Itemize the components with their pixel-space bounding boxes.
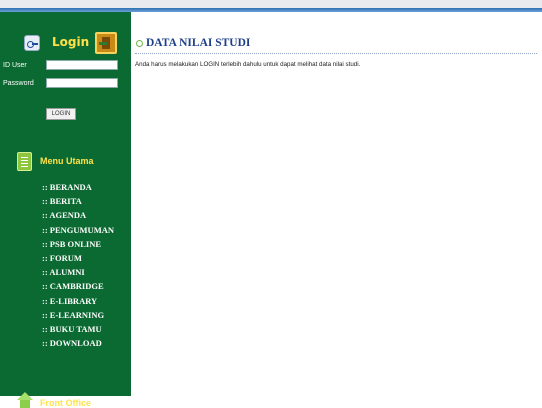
door-icon xyxy=(95,32,117,54)
menu-item-forum[interactable]: :: FORUM xyxy=(42,253,114,267)
front-office-title: Front Office xyxy=(40,398,91,408)
document-icon xyxy=(17,152,32,171)
house-icon xyxy=(17,392,33,408)
menu-item-alumni[interactable]: :: ALUMNI xyxy=(42,267,114,281)
menu-item-berita[interactable]: :: BERITA xyxy=(42,196,114,210)
main-content: DATA NILAI STUDI Anda harus melakukan LO… xyxy=(131,12,542,396)
menu-item-pengumuman[interactable]: :: PENGUMUMAN xyxy=(42,225,114,239)
page-title: DATA NILAI STUDI xyxy=(146,37,251,49)
front-office-header: Front Office xyxy=(16,392,126,408)
login-button[interactable]: LOGIN xyxy=(46,108,76,120)
main-menu: :: BERANDA :: BERITA :: AGENDA :: PENGUM… xyxy=(42,182,114,352)
user-id-label: ID User xyxy=(3,62,27,69)
page-title-bar: DATA NILAI STUDI xyxy=(135,37,537,54)
circle-bullet-icon xyxy=(136,40,143,47)
top-bar xyxy=(0,0,542,8)
password-label: Password xyxy=(3,80,34,87)
login-title: Login xyxy=(52,35,90,49)
menu-item-download[interactable]: :: DOWNLOAD xyxy=(42,338,114,352)
sidebar: Login ID User Password LOGIN Menu Utama … xyxy=(0,12,131,408)
menu-item-e-learning[interactable]: :: E-LEARNING xyxy=(42,310,114,324)
menu-item-cambridge[interactable]: :: CAMBRIDGE xyxy=(42,281,114,295)
user-id-input[interactable] xyxy=(46,60,118,70)
menu-item-e-library[interactable]: :: E-LIBRARY xyxy=(42,296,114,310)
password-input[interactable] xyxy=(46,78,118,88)
menu-item-buku-tamu[interactable]: :: BUKU TAMU xyxy=(42,324,114,338)
key-icon xyxy=(24,35,40,51)
login-header: Login xyxy=(20,32,120,56)
menu-item-beranda[interactable]: :: BERANDA xyxy=(42,182,114,196)
menu-title: Menu Utama xyxy=(40,156,94,166)
menu-item-psb-online[interactable]: :: PSB ONLINE xyxy=(42,239,114,253)
menu-item-agenda[interactable]: :: AGENDA xyxy=(42,210,114,224)
login-required-notice: Anda harus melakukan LOGIN terlebih dahu… xyxy=(135,61,361,68)
menu-header: Menu Utama xyxy=(16,152,126,172)
